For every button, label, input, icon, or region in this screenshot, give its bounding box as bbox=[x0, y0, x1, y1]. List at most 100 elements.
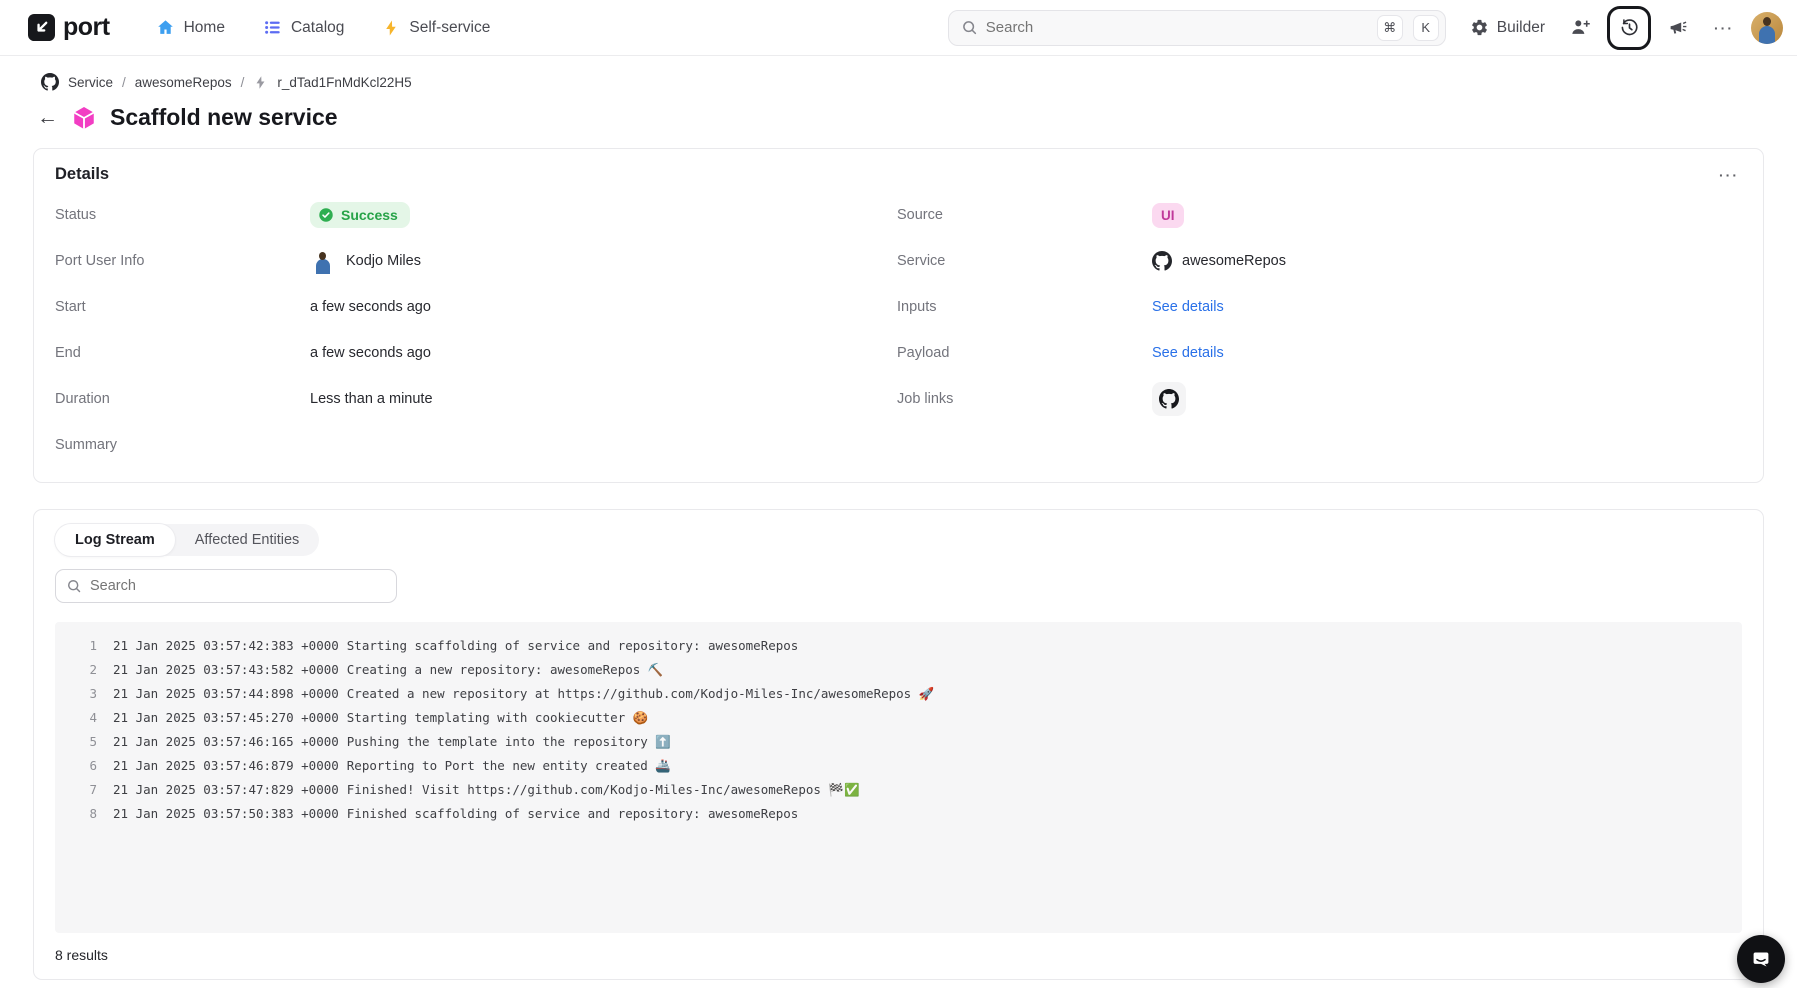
details-left-column: Status Success Port User Info Kodjo Mile… bbox=[55, 192, 897, 468]
nav-item-home[interactable]: Home bbox=[156, 18, 225, 37]
github-icon bbox=[41, 73, 59, 91]
details-row-start: Start a few seconds ago bbox=[55, 284, 897, 330]
service-value[interactable]: awesomeRepos bbox=[1182, 253, 1286, 269]
runs-history-button[interactable] bbox=[1607, 6, 1651, 50]
builder-button[interactable]: Builder bbox=[1470, 18, 1545, 37]
announcements-icon[interactable] bbox=[1659, 9, 1697, 47]
log-line-number: 3 bbox=[71, 682, 97, 706]
details-more-button[interactable]: ··· bbox=[1719, 167, 1739, 183]
log-line-number: 2 bbox=[71, 658, 97, 682]
log-message: Finished scaffolding of service and repo… bbox=[347, 802, 799, 826]
search-icon bbox=[961, 19, 978, 36]
run-lightning-icon bbox=[253, 75, 268, 90]
details-card: Details ··· Status Success Port User Inf… bbox=[33, 148, 1764, 483]
logs-tabs: Log Stream Affected Entities bbox=[55, 524, 319, 556]
global-search[interactable]: ⌘ K bbox=[948, 10, 1446, 46]
details-row-source: Source UI bbox=[897, 192, 1739, 238]
details-row-port-user: Port User Info Kodjo Miles bbox=[55, 238, 897, 284]
details-row-payload: Payload See details bbox=[897, 330, 1739, 376]
job-links-label: Job links bbox=[897, 391, 1152, 407]
lightning-icon bbox=[382, 19, 400, 37]
start-label: Start bbox=[55, 299, 310, 315]
payload-see-details-link[interactable]: See details bbox=[1152, 345, 1224, 361]
log-message: Created a new repository at https://gith… bbox=[347, 682, 935, 706]
invite-user-button[interactable] bbox=[1561, 9, 1599, 47]
check-circle-icon bbox=[318, 207, 334, 223]
log-line-number: 5 bbox=[71, 730, 97, 754]
details-row-end: End a few seconds ago bbox=[55, 330, 897, 376]
nav-item-catalog-label: Catalog bbox=[291, 19, 344, 37]
source-badge: UI bbox=[1152, 203, 1184, 228]
details-row-status: Status Success bbox=[55, 192, 897, 238]
nav-more-button[interactable]: ··· bbox=[1705, 9, 1743, 47]
nav-item-catalog[interactable]: Catalog bbox=[263, 18, 344, 37]
log-message: Creating a new repository: awesomeRepos … bbox=[347, 658, 664, 682]
log-message: Reporting to Port the new entity created… bbox=[347, 754, 671, 778]
port-user-label: Port User Info bbox=[55, 253, 310, 269]
status-badge-label: Success bbox=[341, 207, 398, 223]
log-line-number: 1 bbox=[71, 634, 97, 658]
nav-item-self-service-label: Self-service bbox=[409, 19, 490, 37]
log-timestamp: 21 Jan 2025 03:57:42:383 +0000 bbox=[113, 634, 339, 658]
home-icon bbox=[156, 18, 175, 37]
breadcrumb-run-id[interactable]: r_dTad1FnMdKcl22H5 bbox=[277, 75, 411, 90]
log-line: 5 21 Jan 2025 03:57:46:165 +0000 Pushing… bbox=[71, 730, 1726, 754]
service-label: Service bbox=[897, 253, 1152, 269]
top-navbar: port Home Catalog Self-service ⌘ bbox=[0, 0, 1797, 56]
chat-bubble-icon bbox=[1749, 947, 1773, 971]
catalog-icon bbox=[263, 18, 282, 37]
end-value: a few seconds ago bbox=[310, 345, 431, 361]
gear-icon bbox=[1470, 18, 1489, 37]
log-message: Starting scaffolding of service and repo… bbox=[347, 634, 799, 658]
chat-widget-button[interactable] bbox=[1737, 935, 1785, 983]
log-line: 7 21 Jan 2025 03:57:47:829 +0000 Finishe… bbox=[71, 778, 1726, 802]
job-link-github-button[interactable] bbox=[1152, 382, 1186, 416]
details-grid: Status Success Port User Info Kodjo Mile… bbox=[55, 192, 1739, 468]
log-timestamp: 21 Jan 2025 03:57:46:165 +0000 bbox=[113, 730, 339, 754]
tab-affected-entities[interactable]: Affected Entities bbox=[175, 524, 320, 556]
duration-value: Less than a minute bbox=[310, 391, 433, 407]
inputs-see-details-link[interactable]: See details bbox=[1152, 299, 1224, 315]
log-timestamp: 21 Jan 2025 03:57:50:383 +0000 bbox=[113, 802, 339, 826]
log-stream-panel[interactable]: 1 21 Jan 2025 03:57:42:383 +0000 Startin… bbox=[55, 622, 1742, 933]
log-line: 8 21 Jan 2025 03:57:50:383 +0000 Finishe… bbox=[71, 802, 1726, 826]
back-button[interactable]: ← bbox=[37, 107, 58, 128]
payload-label: Payload bbox=[897, 345, 1152, 361]
port-logo[interactable]: port bbox=[28, 13, 110, 42]
log-message: Starting templating with cookiecutter 🍪 bbox=[347, 706, 649, 730]
log-timestamp: 21 Jan 2025 03:57:43:582 +0000 bbox=[113, 658, 339, 682]
breadcrumb-awesomerepos[interactable]: awesomeRepos bbox=[135, 75, 232, 90]
logs-card: Log Stream Affected Entities 1 21 Jan 20… bbox=[33, 509, 1764, 980]
log-search[interactable] bbox=[55, 569, 397, 603]
global-search-input[interactable] bbox=[986, 19, 1367, 36]
nav-item-home-label: Home bbox=[184, 19, 225, 37]
log-line-number: 4 bbox=[71, 706, 97, 730]
duration-label: Duration bbox=[55, 391, 310, 407]
log-line: 4 21 Jan 2025 03:57:45:270 +0000 Startin… bbox=[71, 706, 1726, 730]
details-row-inputs: Inputs See details bbox=[897, 284, 1739, 330]
log-line: 2 21 Jan 2025 03:57:43:582 +0000 Creatin… bbox=[71, 658, 1726, 682]
status-badge: Success bbox=[310, 202, 410, 228]
summary-label: Summary bbox=[55, 437, 310, 453]
breadcrumb-separator: / bbox=[241, 75, 245, 90]
nav-right-actions: Builder ··· bbox=[1462, 6, 1783, 50]
github-icon bbox=[1152, 251, 1172, 271]
end-label: End bbox=[55, 345, 310, 361]
nav-item-self-service[interactable]: Self-service bbox=[382, 19, 490, 37]
builder-label: Builder bbox=[1497, 19, 1545, 37]
status-label: Status bbox=[55, 207, 310, 223]
log-search-input[interactable] bbox=[90, 578, 386, 594]
breadcrumb: Service / awesomeRepos / r_dTad1FnMdKcl2… bbox=[0, 56, 1797, 91]
inputs-label: Inputs bbox=[897, 299, 1152, 315]
log-timestamp: 21 Jan 2025 03:57:45:270 +0000 bbox=[113, 706, 339, 730]
tab-log-stream[interactable]: Log Stream bbox=[55, 524, 175, 556]
cmd-keycap: ⌘ bbox=[1377, 15, 1403, 41]
details-row-duration: Duration Less than a minute bbox=[55, 376, 897, 422]
search-icon bbox=[66, 578, 82, 594]
log-line-number: 8 bbox=[71, 802, 97, 826]
log-line: 6 21 Jan 2025 03:57:46:879 +0000 Reporti… bbox=[71, 754, 1726, 778]
user-avatar[interactable] bbox=[1751, 12, 1783, 44]
breadcrumb-service[interactable]: Service bbox=[68, 75, 113, 90]
details-row-summary: Summary bbox=[55, 422, 897, 468]
k-keycap: K bbox=[1413, 15, 1439, 41]
